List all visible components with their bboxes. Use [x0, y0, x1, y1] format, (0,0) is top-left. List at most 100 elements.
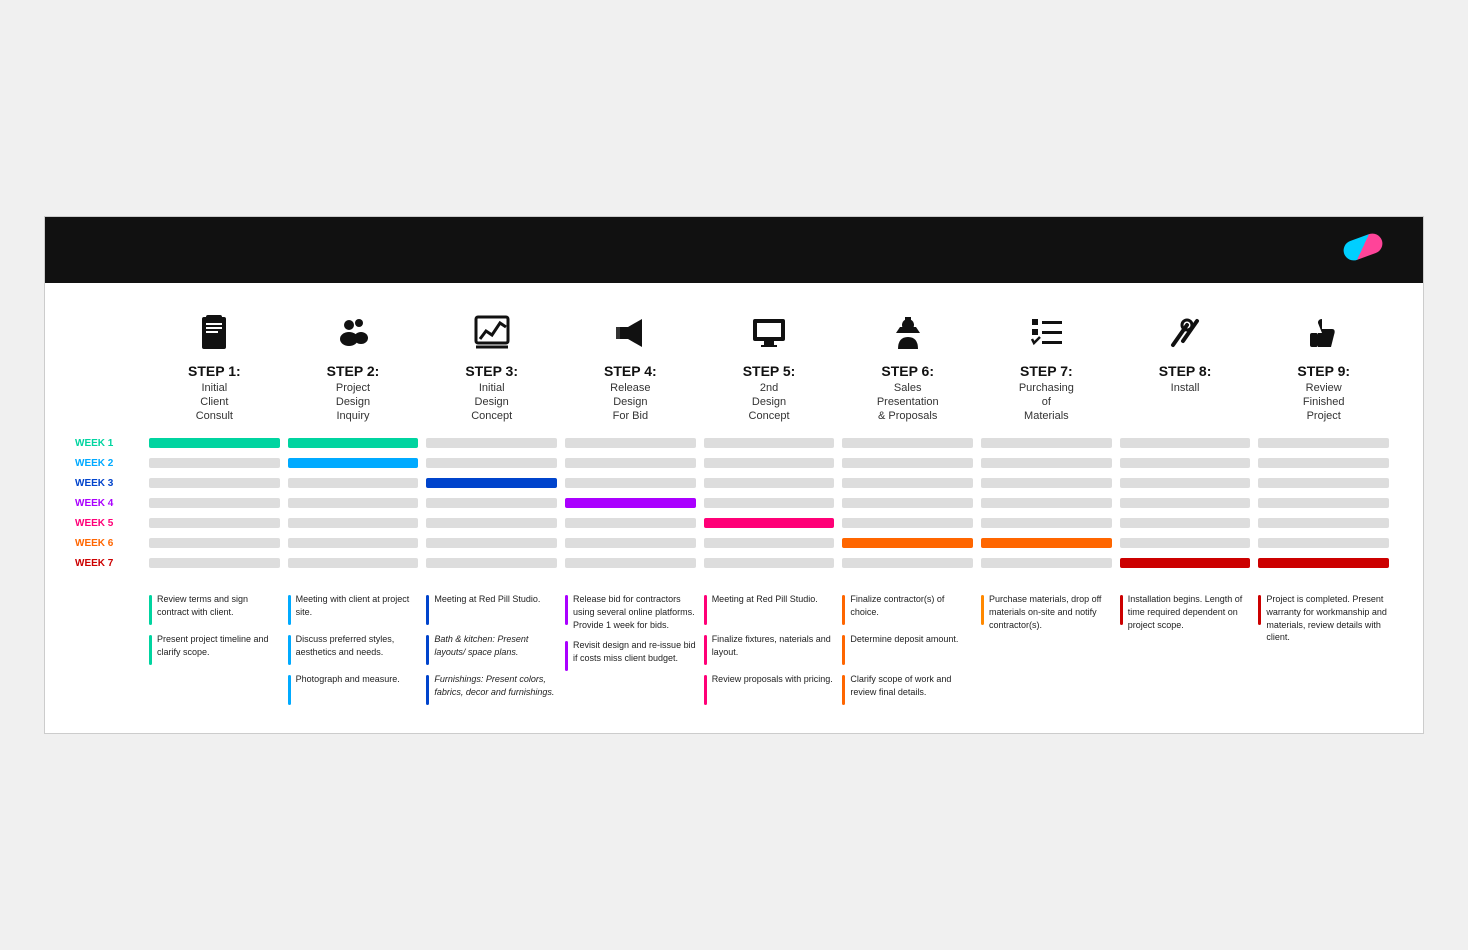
step-2-number: STEP 2: [327, 363, 380, 379]
gantt-bar-1-6 [842, 438, 973, 448]
gantt-cell-5-3 [422, 513, 561, 533]
step-1-number: STEP 1: [188, 363, 241, 379]
gantt-cell-1-2 [284, 433, 423, 453]
gantt-bar-1-1 [149, 438, 280, 448]
gantt-bar-7-8 [1120, 558, 1251, 568]
desc-text-4-2: Revisit design and re-issue bid if costs… [573, 639, 696, 664]
gantt-cell-6-5 [700, 533, 839, 553]
step-6-number: STEP 6: [881, 363, 934, 379]
gantt-bar-3-9 [1258, 478, 1389, 488]
gantt-bar-4-7 [981, 498, 1112, 508]
gantt-cell-7-4 [561, 553, 700, 573]
gantt-cell-2-5 [700, 453, 839, 473]
gantt-cell-4-5 [700, 493, 839, 513]
gantt-bar-2-3 [426, 458, 557, 468]
desc-text-7-1: Purchase materials, drop off materials o… [989, 593, 1112, 631]
gantt-cell-5-5 [700, 513, 839, 533]
gantt-cell-5-8 [1116, 513, 1255, 533]
gantt-bar-5-2 [288, 518, 419, 528]
desc-text-6-2: Determine deposit amount. [850, 633, 958, 646]
step-5-name: 2nd Design Concept [749, 381, 790, 424]
desc-text-3-1: Meeting at Red Pill Studio. [434, 593, 540, 606]
step-8-name: Install [1171, 381, 1200, 395]
gantt-bar-6-5 [704, 538, 835, 548]
gantt-cell-1-6 [838, 433, 977, 453]
step-9-name: Review Finished Project [1303, 381, 1345, 424]
gantt-bar-2-1 [149, 458, 280, 468]
desc-item-2-3: Photograph and measure. [288, 673, 419, 705]
desc-bar-4-2 [565, 641, 568, 671]
step-1-icon [194, 313, 234, 359]
gantt-cell-4-9 [1254, 493, 1393, 513]
gantt-cell-7-7 [977, 553, 1116, 573]
gantt-bar-5-6 [842, 518, 973, 528]
desc-text-8-1: Installation begins. Length of time requ… [1128, 593, 1251, 631]
gantt-bar-5-3 [426, 518, 557, 528]
gantt-cell-3-8 [1116, 473, 1255, 493]
gantt-section: WEEK 1WEEK 2WEEK 3WEEK 4WEEK 5WEEK 6WEEK… [75, 433, 1393, 573]
week-label-6: WEEK 6 [75, 533, 145, 553]
desc-item-6-2: Determine deposit amount. [842, 633, 973, 665]
descriptions-section: Review terms and sign contract with clie… [75, 593, 1393, 713]
step-5-icon [749, 313, 789, 359]
step-4-number: STEP 4: [604, 363, 657, 379]
gantt-bar-2-6 [842, 458, 973, 468]
desc-text-3-3: Furnishings: Present colors, fabrics, de… [434, 673, 557, 698]
gantt-cell-2-9 [1254, 453, 1393, 473]
gantt-bar-2-4 [565, 458, 696, 468]
desc-text-6-1: Finalize contractor(s) of choice. [850, 593, 973, 618]
desc-bar-3-1 [426, 595, 429, 625]
desc-bar-8-1 [1120, 595, 1123, 625]
gantt-cell-7-5 [700, 553, 839, 573]
gantt-bar-3-3 [426, 478, 557, 488]
gantt-bar-3-6 [842, 478, 973, 488]
gantt-bar-5-4 [565, 518, 696, 528]
gantt-row-7 [145, 553, 1393, 573]
desc-text-2-3: Photograph and measure. [296, 673, 400, 686]
gantt-cell-1-7 [977, 433, 1116, 453]
gantt-bar-4-2 [288, 498, 419, 508]
desc-item-6-3: Clarify scope of work and review final d… [842, 673, 973, 705]
desc-bar-5-3 [704, 675, 707, 705]
gantt-cell-1-4 [561, 433, 700, 453]
gantt-cell-6-7 [977, 533, 1116, 553]
page: STEP 1:Initial Client ConsultSTEP 2:Proj… [44, 216, 1424, 735]
gantt-cell-7-2 [284, 553, 423, 573]
desc-col-2: Meeting with client at project site.Disc… [284, 593, 423, 713]
desc-item-7-1: Purchase materials, drop off materials o… [981, 593, 1112, 631]
gantt-cell-4-4 [561, 493, 700, 513]
desc-item-5-2: Finalize fixtures, naterials and layout. [704, 633, 835, 665]
week-label-4: WEEK 4 [75, 493, 145, 513]
gantt-bar-7-2 [288, 558, 419, 568]
gantt-bar-2-5 [704, 458, 835, 468]
gantt-bar-3-1 [149, 478, 280, 488]
desc-col-7: Purchase materials, drop off materials o… [977, 593, 1116, 713]
gantt-bar-7-6 [842, 558, 973, 568]
gantt-bar-1-3 [426, 438, 557, 448]
gantt-bar-4-3 [426, 498, 557, 508]
week-label-2: WEEK 2 [75, 453, 145, 473]
week-label-7: WEEK 7 [75, 553, 145, 573]
gantt-cell-5-7 [977, 513, 1116, 533]
step-8-number: STEP 8: [1159, 363, 1212, 379]
desc-bar-9-1 [1258, 595, 1261, 625]
gantt-cell-3-3 [422, 473, 561, 493]
step-8-icon [1165, 313, 1205, 359]
gantt-bar-7-5 [704, 558, 835, 568]
desc-item-2-1: Meeting with client at project site. [288, 593, 419, 625]
week-label-5: WEEK 5 [75, 513, 145, 533]
gantt-bar-4-6 [842, 498, 973, 508]
desc-text-3-2: Bath & kitchen: Present layouts/ space p… [434, 633, 557, 658]
desc-col-1: Review terms and sign contract with clie… [145, 593, 284, 713]
desc-col-4: Release bid for contractors using severa… [561, 593, 700, 713]
gantt-cell-2-7 [977, 453, 1116, 473]
step-2-icon [333, 313, 373, 359]
gantt-bar-3-8 [1120, 478, 1251, 488]
gantt-row-6 [145, 533, 1393, 553]
step-col-7: STEP 7:Purchasing of Materials [977, 313, 1116, 424]
step-6-name: Sales Presentation & Proposals [877, 381, 939, 424]
week-label-1: WEEK 1 [75, 433, 145, 453]
gantt-bar-5-1 [149, 518, 280, 528]
step-7-icon [1026, 313, 1066, 359]
header [45, 217, 1423, 283]
